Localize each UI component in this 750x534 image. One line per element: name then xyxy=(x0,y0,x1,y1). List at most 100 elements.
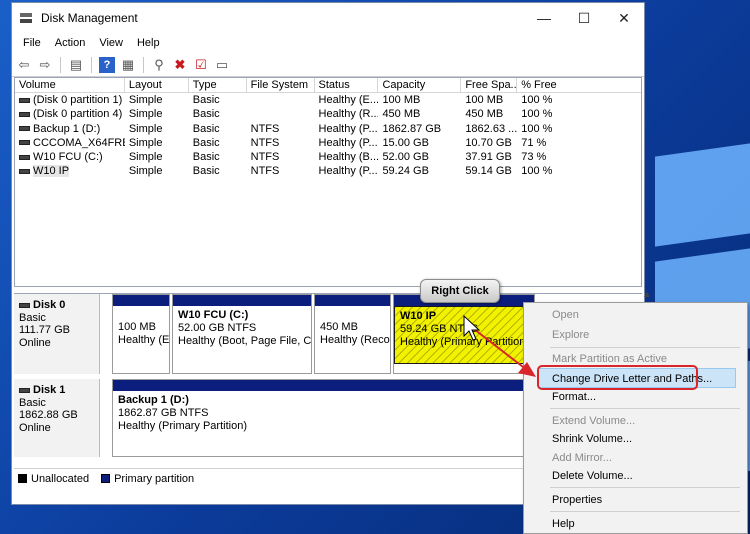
disk-info[interactable]: Disk 0 Basic 111.77 GB Online xyxy=(14,294,100,374)
partition-selected[interactable]: W10 IP 59.24 GB NTFS Healthy (Primary Pa… xyxy=(393,294,535,374)
table-cell: Simple xyxy=(128,94,163,106)
menu-item-help[interactable]: Help xyxy=(524,514,747,534)
console-icon[interactable]: ▦ xyxy=(120,57,136,73)
partition[interactable]: 100 MB Healthy (E xyxy=(112,294,170,374)
table-row[interactable]: (Disk 0 partition 1) Simple Basic Healthy (… xyxy=(15,93,641,107)
connect-icon[interactable]: ⚲ xyxy=(151,57,167,73)
disk-info[interactable]: Disk 1 Basic 1862.88 GB Online xyxy=(14,379,100,457)
table-cell: Basic xyxy=(192,122,220,135)
disk-type: Basic xyxy=(19,396,46,409)
menu-item-explore[interactable]: Explore xyxy=(524,325,747,345)
table-cell: 100 MB xyxy=(382,94,421,106)
table-cell: Simple xyxy=(128,136,163,149)
table-cell: CCCOMA_X64FRE... xyxy=(15,136,125,150)
table-row[interactable]: (Disk 0 partition 4) Simple Basic Healthy (… xyxy=(15,107,641,121)
menu-item-open[interactable]: Open xyxy=(524,305,747,325)
partition[interactable]: W10 FCU (C:) 52.00 GB NTFS Healthy (Boot… xyxy=(172,294,312,374)
disk-type: Basic xyxy=(19,311,46,324)
table-cell: NTFS xyxy=(250,136,280,149)
disk-name: Disk 1 xyxy=(33,384,66,396)
table-cell: 100 % xyxy=(521,122,553,135)
legend-unallocated: Unallocated xyxy=(18,473,89,485)
volume-icon xyxy=(19,140,30,146)
table-cell: 1862.63 ... xyxy=(465,122,518,135)
scroll-up-arrow-icon[interactable]: ▲ xyxy=(640,289,654,303)
column-header[interactable]: % Free xyxy=(517,78,641,92)
column-header[interactable]: Free Spa... xyxy=(461,78,518,92)
table-cell: (Disk 0 partition 4) xyxy=(15,107,125,121)
table-cell: NTFS xyxy=(250,122,280,135)
delete-icon[interactable]: ✖ xyxy=(172,57,188,73)
menu-item-add-mirror[interactable]: Add Mirror... xyxy=(524,448,747,468)
column-header[interactable]: Status xyxy=(315,78,379,92)
menu-item-shrink-volume[interactable]: Shrink Volume... xyxy=(524,429,747,449)
table-cell xyxy=(247,107,315,121)
table-cell: Healthy (B... xyxy=(318,151,379,164)
partition-name: W10 IP xyxy=(400,310,437,322)
properties-icon[interactable]: ▤ xyxy=(68,57,84,73)
column-header[interactable]: File System xyxy=(247,78,315,92)
table-row[interactable]: W10 IP Simple Basic NTFS Healthy (P... 59.24 … xyxy=(15,164,641,178)
menu-file[interactable]: File xyxy=(16,37,48,49)
menu-item-format[interactable]: Format... xyxy=(524,387,747,407)
partition-size: 59.24 GB NTFS xyxy=(400,323,479,335)
table-cell xyxy=(247,93,315,107)
partition-name: W10 FCU (C:) xyxy=(178,309,249,321)
minimize-button[interactable]: — xyxy=(524,3,564,33)
table-row[interactable]: Backup 1 (D:) Simple Basic NTFS Healthy (P..… xyxy=(15,122,641,136)
disk-row: Disk 0 Basic 111.77 GB Online 100 MB Hea… xyxy=(14,294,535,374)
column-header[interactable]: Type xyxy=(189,78,247,92)
partition-size: 52.00 GB NTFS xyxy=(178,322,257,334)
maximize-button[interactable]: ☐ xyxy=(564,3,604,33)
partition-status: Healthy (Primary Partition) xyxy=(118,420,247,432)
volume-icon xyxy=(19,126,30,132)
table-cell: 37.91 GB xyxy=(465,151,512,164)
partition[interactable]: 450 MB Healthy (Recov xyxy=(314,294,391,374)
back-arrow-icon[interactable]: ⇦ xyxy=(16,57,32,73)
partition-status: Healthy (Boot, Page File, Cra xyxy=(178,335,311,347)
partition-status: Healthy (Primary Partition) xyxy=(400,336,529,348)
help-icon[interactable]: ? xyxy=(99,56,115,73)
toolbar: ⇦ ⇨ ▤ ? ▦ ⚲ ✖ ☑ ▭ xyxy=(12,53,644,77)
table-row[interactable]: CCCOMA_X64FRE...Simple Basic NTFS Healthy (… xyxy=(15,136,641,150)
table-cell: Simple xyxy=(128,122,163,135)
table-cell: 100 % xyxy=(521,165,553,178)
highlight-box xyxy=(537,365,698,390)
table-row[interactable]: W10 FCU (C:) Simple Basic NTFS Healthy (B...… xyxy=(15,150,641,164)
disk-size: 111.77 GB xyxy=(19,324,70,336)
menu-item-properties[interactable]: Properties xyxy=(524,490,747,510)
table-cell: W10 IP xyxy=(15,164,125,178)
table-cell: 450 MB xyxy=(382,108,421,121)
volume-list: Volume Layout Type File System Status Ca… xyxy=(14,77,642,287)
table-cell: Healthy (P... xyxy=(318,136,378,149)
close-button[interactable]: ✕ xyxy=(604,3,644,33)
menu-help[interactable]: Help xyxy=(130,37,167,49)
menu-view[interactable]: View xyxy=(92,37,130,49)
table-cell: (Disk 0 partition 1) xyxy=(15,93,125,107)
table-cell: Basic xyxy=(192,151,220,164)
forward-arrow-icon[interactable]: ⇨ xyxy=(37,57,53,73)
column-header[interactable]: Layout xyxy=(125,78,189,92)
table-cell: Basic xyxy=(192,136,220,149)
volume-icon xyxy=(19,169,30,175)
menu-item-delete-volume[interactable]: Delete Volume... xyxy=(524,466,747,486)
volume-icon xyxy=(19,111,30,117)
partition-status: Healthy (Recov xyxy=(320,334,390,346)
partition-status: Healthy (E xyxy=(118,334,169,346)
check-icon[interactable]: ☑ xyxy=(193,57,209,73)
table-cell: 59.14 GB xyxy=(465,165,512,178)
title-bar[interactable]: Disk Management — ☐ ✕ xyxy=(12,3,644,33)
disk-icon xyxy=(19,302,30,308)
settings-icon[interactable]: ▭ xyxy=(214,57,230,73)
column-header[interactable]: Volume xyxy=(15,78,125,92)
right-click-callout: Right Click xyxy=(420,279,500,303)
column-header[interactable]: Capacity xyxy=(378,78,462,92)
table-cell: 10.70 GB xyxy=(465,136,512,149)
partition[interactable]: Backup 1 (D:) 1862.87 GB NTFS Healthy (P… xyxy=(112,379,535,457)
volume-list-header: Volume Layout Type File System Status Ca… xyxy=(15,78,641,93)
menu-action[interactable]: Action xyxy=(48,37,93,49)
table-cell: 52.00 GB xyxy=(382,151,429,164)
windows-logo-pane xyxy=(655,143,750,247)
menu-item-extend-volume[interactable]: Extend Volume... xyxy=(524,411,747,431)
table-cell: Simple xyxy=(128,151,163,164)
